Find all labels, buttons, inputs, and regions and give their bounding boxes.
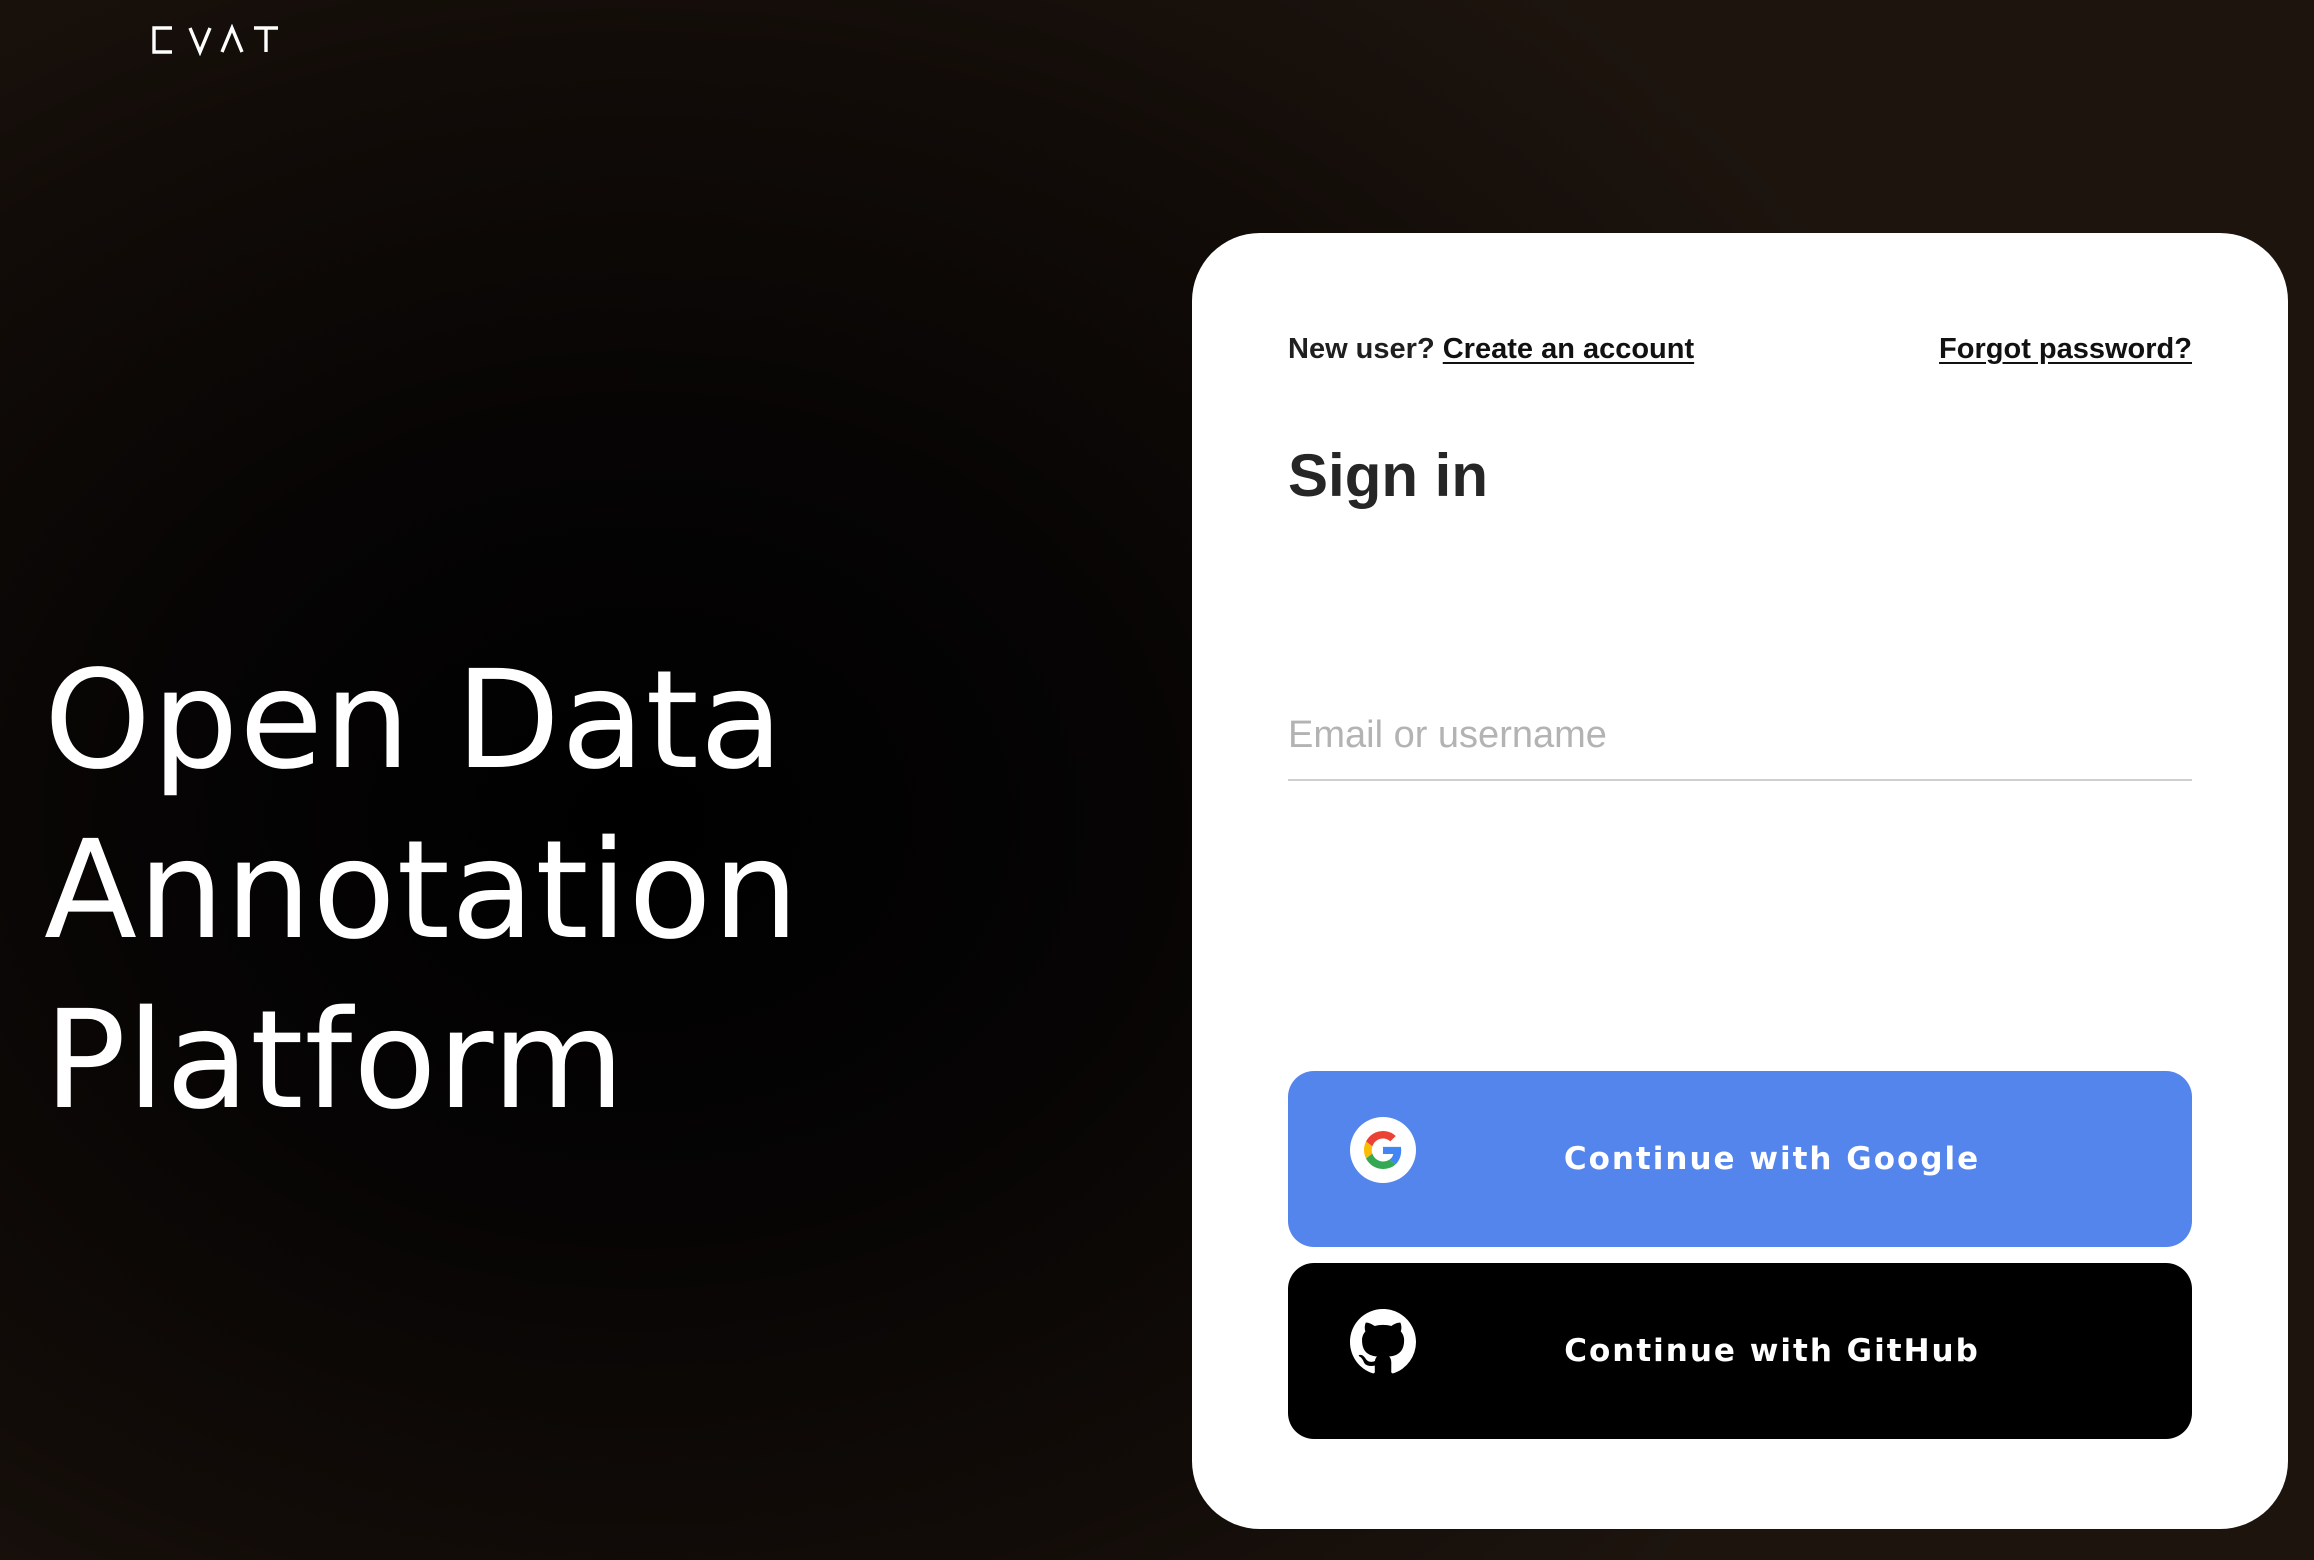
cvat-logo[interactable] <box>150 23 282 57</box>
google-button-label: Continue with Google <box>1563 1141 1981 1177</box>
sign-in-title: Sign in <box>1288 442 1488 509</box>
sign-in-card: New user? Create an account Forgot passw… <box>1192 233 2288 1529</box>
hero-line-2: Annotation <box>44 812 800 970</box>
email-field-container <box>1288 693 2192 781</box>
continue-with-github-button[interactable]: Continue with GitHub <box>1288 1263 2192 1439</box>
hero-line-3: Platform <box>44 982 626 1140</box>
new-user-text: New user? <box>1288 333 1435 365</box>
forgot-password-link[interactable]: Forgot password? <box>1939 333 2192 366</box>
hero-line-1: Open Data <box>44 642 785 800</box>
email-or-username-input[interactable] <box>1288 714 2192 757</box>
new-user-prompt: New user? Create an account <box>1288 333 1694 366</box>
sign-in-header-links: New user? Create an account Forgot passw… <box>1288 333 2192 373</box>
create-account-link[interactable]: Create an account <box>1443 333 1694 365</box>
continue-with-google-button[interactable]: Continue with Google <box>1288 1071 2192 1247</box>
hero-heading: Open Data Annotation Platform <box>44 636 800 1146</box>
github-button-label: Continue with GitHub <box>1564 1333 1980 1369</box>
cvat-logo-mark <box>152 23 278 57</box>
